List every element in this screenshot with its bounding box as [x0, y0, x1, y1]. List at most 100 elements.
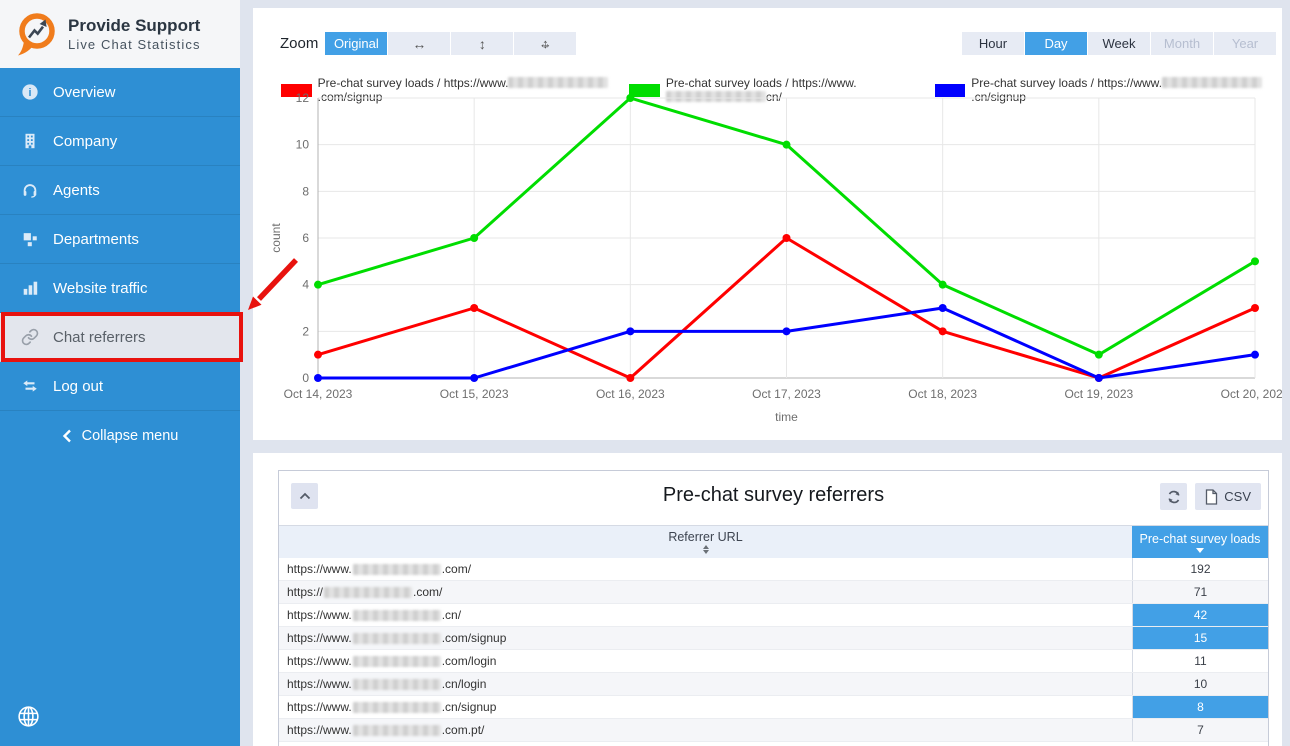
table-row: https://www..cn/signup8	[279, 696, 1268, 719]
svg-text:count: count	[269, 223, 283, 253]
globe-icon	[16, 704, 41, 729]
link-icon	[20, 327, 40, 347]
survey-loads-cell: 10	[1132, 673, 1268, 695]
svg-text:2: 2	[302, 324, 309, 338]
survey-loads-cell: 192	[1132, 558, 1268, 580]
app-root: Provide Support Live Chat Statistics i Ov…	[0, 0, 1290, 746]
referrer-url-cell: https://www..com/signup	[279, 627, 1132, 649]
sidebar-item-label: Website traffic	[53, 280, 147, 297]
referrer-url-cell: https://.com/	[279, 581, 1132, 603]
headset-icon	[20, 180, 40, 200]
sidebar-item-label: Company	[53, 133, 117, 150]
referrer-url-cell: https://www..cn/login	[279, 673, 1132, 695]
sidebar: Provide Support Live Chat Statistics i Ov…	[0, 0, 240, 746]
sidebar-item-website-traffic[interactable]: Website traffic	[0, 264, 240, 313]
svg-text:time: time	[775, 410, 798, 424]
logout-icon	[20, 376, 40, 396]
svg-text:Oct 20, 2023: Oct 20, 2023	[1221, 387, 1282, 401]
column-header-referrer-url[interactable]: Referrer URL	[279, 526, 1132, 558]
sidebar-item-departments[interactable]: Departments	[0, 215, 240, 264]
building-icon	[20, 131, 40, 151]
table-panel: Pre-chat survey referrers	[253, 453, 1282, 746]
referrer-url-cell: https://www..com/login	[279, 650, 1132, 672]
csv-label: CSV	[1224, 489, 1251, 504]
logo-title: Provide Support	[68, 16, 201, 36]
referrers-card: Pre-chat survey referrers	[278, 470, 1269, 746]
table-row: https://www..com/192	[279, 558, 1268, 581]
sidebar-item-label: Log out	[53, 378, 103, 395]
main-content: Zoom Original↔↕↔↕ HourDayWeekMonthYear P…	[240, 0, 1290, 746]
file-icon	[1205, 489, 1218, 505]
csv-export-button[interactable]: CSV	[1195, 483, 1261, 510]
refresh-button[interactable]	[1160, 483, 1187, 510]
table-row: https://.com/71	[279, 581, 1268, 604]
referrer-url-cell: https://www..cn/signup	[279, 696, 1132, 718]
sidebar-item-log-out[interactable]: Log out	[0, 362, 240, 411]
collapse-menu-button[interactable]: Collapse menu	[0, 411, 240, 460]
svg-text:6: 6	[302, 231, 309, 245]
survey-loads-cell: 11	[1132, 650, 1268, 672]
svg-text:Oct 17, 2023: Oct 17, 2023	[752, 387, 821, 401]
survey-loads-cell: 15	[1132, 627, 1268, 649]
logo[interactable]: Provide Support Live Chat Statistics	[0, 0, 240, 68]
redacted-text	[353, 679, 441, 690]
survey-loads-cell: 42	[1132, 604, 1268, 626]
provide-support-logo-icon	[13, 10, 59, 58]
redacted-text	[353, 633, 441, 644]
chevron-left-icon	[62, 429, 72, 443]
sidebar-nav: i Overview Company Agents Departments Website…	[0, 68, 240, 411]
sidebar-item-label: Departments	[53, 231, 139, 248]
table-row: https://www..com/login11	[279, 650, 1268, 673]
svg-text:4: 4	[302, 278, 309, 292]
sidebar-item-agents[interactable]: Agents	[0, 166, 240, 215]
referrer-url-header-label: Referrer URL	[668, 530, 742, 544]
redacted-text	[353, 610, 441, 621]
logo-subtitle: Live Chat Statistics	[68, 37, 201, 52]
redacted-text	[353, 656, 441, 667]
table-row: https://www..com.pt/7	[279, 719, 1268, 742]
table-row: https://www..cn/login10	[279, 673, 1268, 696]
sidebar-item-company[interactable]: Company	[0, 117, 240, 166]
bar-chart-icon	[20, 278, 40, 298]
svg-text:0: 0	[302, 371, 309, 385]
svg-text:12: 12	[296, 91, 310, 105]
info-icon: i	[20, 82, 40, 102]
sidebar-item-label: Agents	[53, 182, 100, 199]
sidebar-item-label: Overview	[53, 84, 116, 101]
referrer-url-cell: https://www..com/	[279, 558, 1132, 580]
svg-text:Oct 16, 2023: Oct 16, 2023	[596, 387, 665, 401]
sort-desc-icon	[1196, 548, 1204, 553]
table-title: Pre-chat survey referrers	[279, 484, 1268, 507]
referrer-url-cell: https://www..com.pt/	[279, 719, 1132, 741]
survey-loads-cell: 7	[1132, 719, 1268, 741]
table-row: https://www..cn/42	[279, 604, 1268, 627]
table-row: https://www..com/signup15	[279, 627, 1268, 650]
svg-text:Oct 15, 2023: Oct 15, 2023	[440, 387, 509, 401]
chart-panel: Zoom Original↔↕↔↕ HourDayWeekMonthYear P…	[253, 8, 1282, 440]
survey-loads-header-label: Pre-chat survey loads	[1140, 532, 1261, 546]
svg-text:i: i	[29, 87, 32, 99]
logo-text: Provide Support Live Chat Statistics	[68, 16, 201, 52]
departments-icon	[20, 229, 40, 249]
language-button[interactable]	[15, 704, 41, 730]
referrer-url-cell: https://www..cn/	[279, 604, 1132, 626]
column-header-survey-loads[interactable]: Pre-chat survey loads	[1132, 526, 1268, 558]
table-body: https://www..com/192https://.com/71https…	[279, 558, 1268, 742]
sidebar-item-chat-referrers[interactable]: Chat referrers	[0, 313, 240, 362]
table-header-row: Referrer URL Pre-chat survey loads	[279, 525, 1268, 558]
sort-icon	[703, 545, 709, 554]
card-actions: CSV	[1160, 483, 1261, 510]
svg-text:Oct 18, 2023: Oct 18, 2023	[908, 387, 977, 401]
redacted-text	[324, 587, 412, 598]
collapse-menu-label: Collapse menu	[82, 428, 179, 444]
card-header: Pre-chat survey referrers	[279, 471, 1268, 525]
sidebar-item-overview[interactable]: i Overview	[0, 68, 240, 117]
redacted-text	[353, 702, 441, 713]
svg-text:8: 8	[302, 184, 309, 198]
refresh-icon	[1166, 489, 1182, 505]
line-chart[interactable]: 024681012Oct 14, 2023Oct 15, 2023Oct 16,…	[253, 8, 1282, 440]
sidebar-item-label: Chat referrers	[53, 329, 146, 346]
redacted-text	[353, 564, 441, 575]
svg-text:Oct 14, 2023: Oct 14, 2023	[284, 387, 353, 401]
redacted-text	[353, 725, 441, 736]
